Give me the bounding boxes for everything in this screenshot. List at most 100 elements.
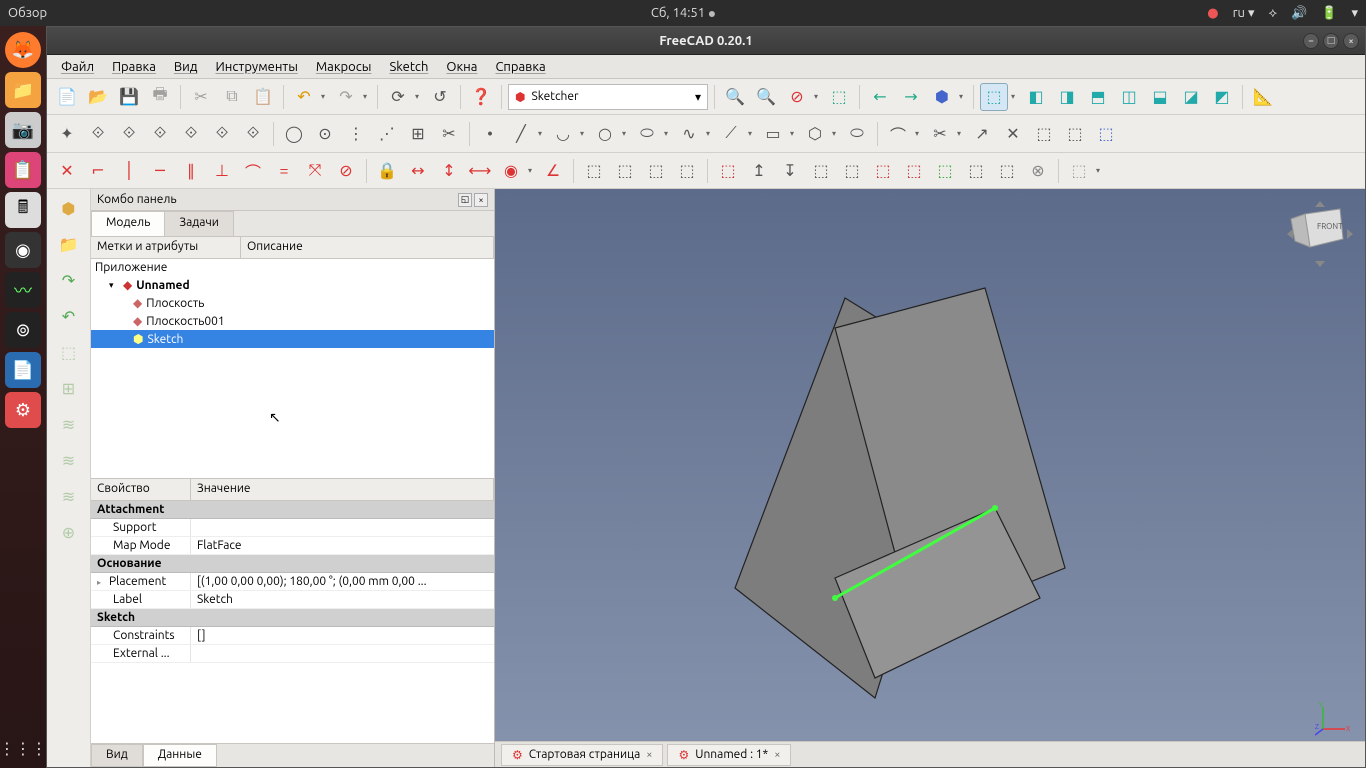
prop-constraints[interactable]: Constraints[]: [91, 627, 494, 645]
measure-button[interactable]: 📐: [1249, 83, 1277, 111]
prop-tab-view[interactable]: Вид: [91, 744, 143, 767]
save-button[interactable]: 💾: [115, 83, 143, 111]
sk-view-4[interactable]: ⬚: [673, 157, 701, 185]
tree-item-plane1[interactable]: ◆Плоскость: [91, 294, 494, 312]
copy-button[interactable]: ⧉: [218, 83, 246, 111]
sk-edit-4[interactable]: ⬚: [807, 157, 835, 185]
geo-ellipse[interactable]: ⬭: [633, 120, 661, 148]
sk-tool-5[interactable]: ⟐: [177, 120, 205, 148]
new-doc-button[interactable]: 📄: [53, 83, 81, 111]
bbox-button[interactable]: ⬚: [825, 83, 853, 111]
redo-button[interactable]: ↷: [332, 83, 360, 111]
menu-file[interactable]: Файл: [53, 58, 102, 76]
menu-view[interactable]: Вид: [166, 58, 206, 76]
combo-close-button[interactable]: ×: [474, 193, 488, 207]
dock-obs[interactable]: ◉: [5, 232, 41, 268]
geo-polyline[interactable]: ⟋: [717, 120, 745, 148]
rail-b3[interactable]: ≋: [54, 481, 84, 511]
con-lock[interactable]: 🔒: [373, 157, 401, 185]
geo-bspline[interactable]: ∿: [675, 120, 703, 148]
sk-edit-5[interactable]: ⬚: [838, 157, 866, 185]
view-top-button[interactable]: ⬒: [1084, 83, 1112, 111]
sk-validate-3[interactable]: ⬚: [931, 157, 959, 185]
3d-viewport[interactable]: FRONT X Y Z ⚙Стартовая страница× ⚙Unname…: [495, 189, 1365, 767]
dock-files[interactable]: 📁: [5, 72, 41, 108]
con-equal[interactable]: =: [270, 157, 298, 185]
geo-circle[interactable]: ○: [591, 120, 619, 148]
menu-tools[interactable]: Инструменты: [207, 58, 305, 76]
geo-slot[interactable]: ⬭: [843, 120, 871, 148]
con-tangent[interactable]: ⌒: [239, 157, 267, 185]
undo-button[interactable]: ↶: [290, 83, 318, 111]
menu-sketch[interactable]: Sketch: [381, 58, 436, 76]
rail-link[interactable]: ⬚: [54, 337, 84, 367]
con-block[interactable]: ⊘: [332, 157, 360, 185]
menu-windows[interactable]: Окна: [438, 58, 485, 76]
print-button[interactable]: 🖶: [146, 83, 174, 111]
sk-tool-7[interactable]: ⟐: [239, 120, 267, 148]
workbench-selector[interactable]: ⬢ Sketcher ▾: [508, 84, 708, 110]
window-maximize[interactable]: □: [1323, 33, 1339, 49]
tree-item-sketch[interactable]: ⬢Sketch: [91, 330, 494, 348]
con-point-on[interactable]: ⌐: [84, 157, 112, 185]
view-rear-button[interactable]: ⬓: [1146, 83, 1174, 111]
combo-tab-tasks[interactable]: Задачи: [164, 211, 234, 236]
macro-button[interactable]: ↺: [426, 83, 454, 111]
menu-macros[interactable]: Макросы: [308, 58, 380, 76]
doc-tab-start[interactable]: ⚙Стартовая страница×: [501, 744, 663, 766]
window-minimize[interactable]: –: [1303, 33, 1319, 49]
geo-rect[interactable]: ▭: [759, 120, 787, 148]
system-menu-arrow[interactable]: ▾: [1351, 6, 1358, 21]
sk-validate-2[interactable]: ⬚: [900, 157, 928, 185]
con-dist[interactable]: ⟷: [466, 157, 494, 185]
con-vertical[interactable]: │: [115, 157, 143, 185]
geo-split[interactable]: ✕: [999, 120, 1027, 148]
view-right-button[interactable]: ◫: [1115, 83, 1143, 111]
sk-tool-6[interactable]: ⟐: [208, 120, 236, 148]
con-radius[interactable]: ◉: [497, 157, 525, 185]
prop-mapmode[interactable]: Map ModeFlatFace: [91, 537, 494, 555]
rail-b4[interactable]: ⊕: [54, 517, 84, 547]
combo-dock-button[interactable]: ◱: [458, 193, 472, 207]
prop-support[interactable]: Support: [91, 519, 494, 537]
sk-edit-3[interactable]: ↧: [776, 157, 804, 185]
geo-point[interactable]: •: [476, 120, 504, 148]
link-nav-button[interactable]: ⬢: [928, 83, 956, 111]
sk-view-1[interactable]: ⬚: [580, 157, 608, 185]
con-parallel[interactable]: ∥: [177, 157, 205, 185]
sk-tool-1[interactable]: ✦: [53, 120, 81, 148]
sk-view-3[interactable]: ⬚: [642, 157, 670, 185]
dock-calculator[interactable]: 🖩: [5, 192, 41, 228]
sk-tool-2[interactable]: ⟐: [84, 120, 112, 148]
activities-button[interactable]: Обзор: [8, 6, 47, 20]
nav-fwd-button[interactable]: →: [897, 83, 925, 111]
con-perpendicular[interactable]: ⊥: [208, 157, 236, 185]
dock-app4[interactable]: 📋: [5, 152, 41, 188]
sk-validate-4[interactable]: ⬚: [962, 157, 990, 185]
sk-tool-9[interactable]: ⊙: [311, 120, 339, 148]
nav-back-button[interactable]: ←: [866, 83, 894, 111]
volume-icon[interactable]: 🔊: [1291, 6, 1307, 21]
menu-help[interactable]: Справка: [487, 58, 553, 76]
prop-external[interactable]: External ...: [91, 645, 494, 663]
dock-firefox[interactable]: 🦊: [5, 32, 41, 68]
wifi-icon[interactable]: ⟡: [1269, 6, 1278, 21]
tree-header-desc[interactable]: Описание: [241, 237, 494, 258]
rail-part[interactable]: ⬢: [54, 193, 84, 223]
clock[interactable]: Сб, 14:51: [651, 6, 715, 20]
con-coincident[interactable]: ✕: [53, 157, 81, 185]
con-distx[interactable]: ↔: [404, 157, 432, 185]
model-tree[interactable]: Приложение ▾◆Unnamed ◆Плоскость ◆Плоскос…: [91, 259, 494, 479]
sk-validate-1[interactable]: ⬚: [869, 157, 897, 185]
zoom-sel-button[interactable]: 🔍: [752, 83, 780, 111]
rail-group[interactable]: ⊞: [54, 373, 84, 403]
tree-item-plane2[interactable]: ◆Плоскость001: [91, 312, 494, 330]
combo-tab-model[interactable]: Модель: [91, 211, 165, 236]
close-icon[interactable]: ×: [646, 749, 652, 761]
draw-style-button[interactable]: ⊘: [783, 83, 811, 111]
sk-tool-3[interactable]: ⟐: [115, 120, 143, 148]
prop-tab-data[interactable]: Данные: [143, 744, 217, 767]
refresh-button[interactable]: ⟳: [384, 83, 412, 111]
rail-import[interactable]: ↷: [54, 265, 84, 295]
sk-misc[interactable]: ⬚: [1065, 157, 1093, 185]
